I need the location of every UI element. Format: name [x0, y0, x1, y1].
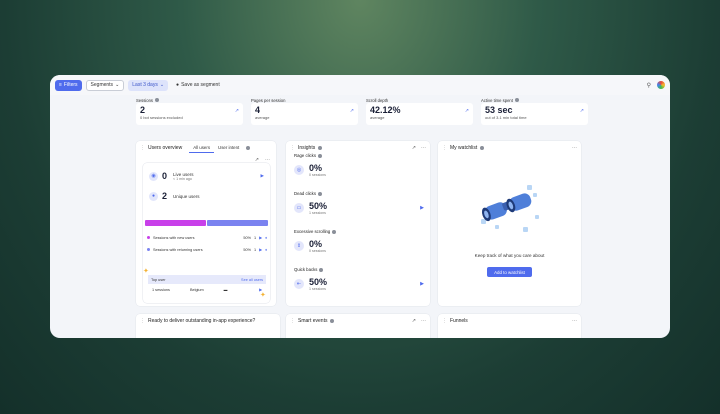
info-icon[interactable] — [319, 267, 324, 272]
stat-sessions: Sessions 20 bot sessions excluded ↗ — [136, 97, 243, 125]
tab-user-intent[interactable]: User intent — [214, 143, 243, 153]
stat-scroll-depth: Scroll depth 42.12% average ↗ — [366, 97, 473, 125]
promo-card: ⋮ Ready to deliver outstanding in-app exp… — [136, 314, 280, 338]
chevron-down-icon: ⌄ — [159, 82, 165, 88]
trend-icon[interactable]: ↗ — [350, 108, 354, 114]
new-users-bar — [145, 220, 206, 226]
see-all-users-link[interactable]: See all users — [241, 278, 263, 282]
legend-dot — [147, 248, 150, 251]
users-split-bar — [145, 220, 268, 226]
info-icon[interactable] — [480, 145, 485, 150]
filter-icon: ≡ — [59, 82, 62, 88]
user-icon: ● — [149, 191, 158, 201]
info-icon[interactable] — [332, 229, 337, 234]
chevron-down-icon: ⌄ — [115, 82, 120, 88]
more-icon[interactable]: ⋯ — [421, 318, 426, 324]
segment-returning-users[interactable]: Sessions with returning users 50% 1 ▶ ♦ — [147, 245, 267, 254]
drag-handle-icon[interactable]: ⋮ — [442, 145, 447, 151]
info-icon[interactable] — [317, 191, 322, 196]
stat-active-time: Active time spent 53 sec out of 3.1 min t… — [481, 97, 588, 125]
stats-row: Sessions 20 bot sessions excluded ↗ Pages… — [136, 97, 588, 125]
table-row[interactable]: 1 sessions Belgium ▬ ▶ — [148, 284, 266, 295]
video-icon[interactable]: ▶ — [420, 205, 424, 211]
drag-handle-icon[interactable]: ⋮ — [140, 145, 145, 151]
chart-icon[interactable]: ↗ — [412, 318, 416, 324]
drag-handle-icon[interactable]: ⋮ — [290, 318, 295, 324]
drag-handle-icon[interactable]: ⋮ — [140, 318, 145, 324]
info-icon[interactable] — [246, 145, 251, 150]
smart-events-card: ⋮ Smart events ↗ ⋯ — [286, 314, 430, 338]
add-to-watchlist-button[interactable]: Add to watchlist — [487, 267, 532, 277]
info-icon[interactable] — [155, 98, 159, 102]
info-icon[interactable] — [514, 98, 519, 102]
person-icon[interactable]: ⚲ — [647, 82, 651, 89]
avatar[interactable] — [657, 81, 665, 89]
quick-back-icon: ⇤ — [294, 279, 304, 289]
date-range-dropdown[interactable]: Last 3 days ⌄ — [128, 79, 169, 91]
segments-dropdown[interactable]: Segments ⌄ — [85, 79, 125, 91]
sparkle-icon: ✦ — [260, 292, 266, 299]
more-icon[interactable]: ⋯ — [572, 145, 577, 151]
insight-quick-backs[interactable]: Quick backs ⇤ 50% 1 sessions ▶ — [294, 267, 424, 292]
save-icon: ● — [176, 82, 180, 88]
info-icon[interactable] — [330, 318, 335, 323]
tab-all-users[interactable]: All users — [189, 143, 215, 153]
watchlist-card: ⋮ My watchlist ⋯ Keep track of what you … — [438, 141, 581, 306]
drag-handle-icon[interactable]: ⋮ — [290, 145, 295, 151]
insight-rage-clicks[interactable]: Rage clicks ◎ 0% 0 sessions — [294, 153, 424, 178]
watchlist-message: Keep track of what you care about — [474, 253, 545, 258]
binoculars-icon — [481, 185, 539, 232]
sparkle-icon: ✦ — [143, 268, 149, 275]
returning-users-bar — [207, 220, 268, 226]
monitor-icon: ▬ — [223, 287, 228, 292]
video-icon[interactable]: ▶ — [420, 281, 424, 287]
info-icon[interactable] — [317, 153, 322, 158]
video-icon[interactable]: ▶ — [261, 173, 264, 179]
segment-new-users[interactable]: Sessions with new users 50% 1 ▶ ♦ — [147, 233, 267, 242]
drop-icon[interactable]: ♦ — [265, 248, 267, 252]
insight-dead-clicks[interactable]: Dead clicks ▭ 50% 1 sessions ▶ — [294, 191, 424, 216]
scroll-icon: ⇕ — [294, 241, 304, 251]
trend-icon[interactable]: ↗ — [465, 108, 469, 114]
trend-icon[interactable]: ↗ — [235, 108, 239, 114]
stat-pages-per-session: Pages per session 4 average ↗ — [251, 97, 358, 125]
unique-users-row: ● 2 Unique users — [143, 186, 270, 206]
drop-icon[interactable]: ♦ — [265, 236, 267, 240]
legend-dot — [147, 236, 150, 239]
chart-icon[interactable]: ↗ — [412, 145, 416, 151]
users-summary: ◉ 0 Live users < 1 min ago ▶ ● 2 Unique u… — [143, 163, 270, 303]
live-users-row: ◉ 0 Live users < 1 min ago ▶ — [143, 166, 270, 186]
more-icon[interactable]: ⋯ — [572, 318, 577, 324]
trend-icon[interactable]: ↗ — [580, 108, 584, 114]
video-icon[interactable]: ▶ — [259, 247, 262, 252]
top-user-panel: Top user See all users 1 sessions Belgium… — [148, 275, 266, 299]
more-icon[interactable]: ⋯ — [421, 145, 426, 151]
save-segment-button[interactable]: ● Save as segment — [172, 80, 224, 91]
info-icon[interactable] — [318, 145, 323, 150]
insights-card: ⋮ Insights ↗ ⋯ Rage clicks ◎ 0% 0 sessions … — [286, 141, 430, 306]
dead-click-icon: ▭ — [294, 203, 304, 213]
users-overview-card: ⋮ Users overview All users User intent ↗… — [136, 141, 276, 306]
toolbar: ≡ Filters Segments ⌄ Last 3 days ⌄ ● Sav… — [50, 75, 670, 95]
app-window: ≡ Filters Segments ⌄ Last 3 days ⌄ ● Sav… — [50, 75, 670, 338]
drag-handle-icon[interactable]: ⋮ — [442, 318, 447, 324]
insight-excessive-scrolling[interactable]: Excessive scrolling ⇕ 0% 0 sessions — [294, 229, 424, 254]
funnels-card: ⋮ Funnels ⋯ — [438, 314, 581, 338]
video-icon[interactable]: ▶ — [259, 235, 262, 240]
rage-click-icon: ◎ — [294, 165, 304, 175]
live-icon: ◉ — [149, 171, 158, 181]
filters-button[interactable]: ≡ Filters — [55, 79, 82, 91]
